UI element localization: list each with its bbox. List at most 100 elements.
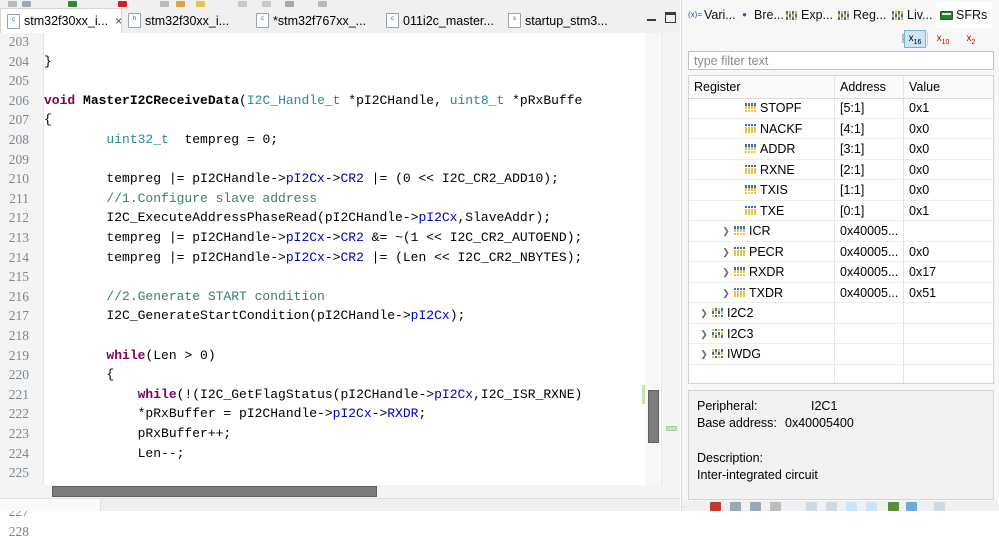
register-name-cell[interactable]: ❯TXDR <box>721 283 783 304</box>
toolbar-button-icon[interactable] <box>238 1 247 7</box>
register-row[interactable]: STOPF[5:1]0x1 <box>689 98 993 119</box>
debug-toolbar-button-icon[interactable] <box>710 502 721 511</box>
register-row[interactable]: ❯RXDR0x40005...0x17 <box>689 262 993 283</box>
register-value-cell[interactable]: 0x1 <box>904 201 929 222</box>
register-value-cell[interactable]: 0x0 <box>904 119 929 140</box>
editor-tab-1[interactable]: hstm32f30xx_i... <box>122 8 250 33</box>
expand-chevron-icon[interactable]: ❯ <box>699 324 709 345</box>
view-tab-sfrs[interactable]: SFRs <box>936 2 992 28</box>
code-line[interactable]: //1.Configure slave address <box>44 189 317 209</box>
debug-toolbar-button-icon[interactable] <box>826 502 837 511</box>
register-value-cell[interactable] <box>904 303 909 324</box>
view-tab-reg[interactable]: Reg... <box>834 2 888 28</box>
overview-ruler-marker[interactable] <box>666 426 677 431</box>
debug-toolbar-button-icon[interactable] <box>770 502 781 511</box>
debug-toolbar-button-icon[interactable] <box>846 502 857 511</box>
code-line[interactable]: pRxBuffer++; <box>44 424 231 444</box>
register-name-cell[interactable]: STOPF <box>745 98 801 119</box>
folding-column[interactable] <box>33 33 44 485</box>
code-line[interactable]: while(Len > 0) <box>44 346 216 366</box>
editor-tab-3[interactable]: c011i2c_master... <box>380 8 502 33</box>
register-value-cell[interactable]: 0x0 <box>904 180 929 201</box>
column-header-value[interactable]: Value <box>904 76 993 98</box>
register-value-cell[interactable]: 0x17 <box>904 262 936 283</box>
register-name-cell[interactable]: TXIS <box>745 180 788 201</box>
expand-chevron-icon[interactable]: ❯ <box>721 262 731 283</box>
column-divider[interactable] <box>834 76 835 98</box>
view-tab-vari[interactable]: (x)=Vari... <box>684 2 734 28</box>
debug-toolbar-button-icon[interactable] <box>866 502 877 511</box>
expand-chevron-icon[interactable]: ❯ <box>721 242 731 263</box>
register-name-cell[interactable]: ❯I2C2 <box>699 303 753 324</box>
code-line[interactable]: tempreg |= pI2CHandle->pI2Cx->CR2 |= (Le… <box>44 248 582 268</box>
column-header-address[interactable]: Address <box>835 76 904 98</box>
register-name-cell[interactable]: ❯IWDG <box>699 344 761 365</box>
editor-tab-2[interactable]: c*stm32f767xx_... <box>250 8 380 33</box>
toolbar-button-icon[interactable] <box>176 1 185 7</box>
register-value-cell[interactable]: 0x0 <box>904 242 929 263</box>
register-value-cell[interactable]: 0x1 <box>904 98 929 119</box>
code-line[interactable]: Len--; <box>44 444 184 464</box>
toolbar-button-icon[interactable] <box>285 1 294 7</box>
filter-input[interactable]: type filter text <box>688 51 994 70</box>
code-line[interactable]: I2C_GenerateStartCondition(pI2CHandle->p… <box>44 306 465 326</box>
register-name-cell[interactable]: ❯ICR <box>721 221 771 242</box>
register-value-cell[interactable] <box>904 221 909 242</box>
code-line[interactable]: uint32_t tempreg = 0; <box>44 130 278 150</box>
register-row[interactable]: NACKF[4:1]0x0 <box>689 119 993 140</box>
code-line[interactable]: *pRxBuffer = pI2CHandle->pI2Cx->RXDR; <box>44 404 426 424</box>
expand-chevron-icon[interactable]: ❯ <box>699 303 709 324</box>
register-row[interactable]: ❯IWDG <box>689 344 993 365</box>
toolbar-button-icon[interactable] <box>160 1 169 7</box>
toolbar-button-icon[interactable] <box>8 1 17 7</box>
register-row[interactable]: ❯I2C2 <box>689 303 993 324</box>
code-editor[interactable]: 2032042052062072082092102112122132142152… <box>0 33 680 511</box>
expand-chevron-icon[interactable]: ❯ <box>721 221 731 242</box>
overview-ruler[interactable] <box>661 33 680 485</box>
register-row[interactable]: TXIS[1:1]0x0 <box>689 180 993 201</box>
expand-chevron-icon[interactable]: ❯ <box>721 283 731 304</box>
register-row[interactable]: ADDR[3:1]0x0 <box>689 139 993 160</box>
editor-horizontal-scrollbar-thumb[interactable] <box>52 486 377 497</box>
radix-button-base16[interactable]: x16 <box>904 30 926 48</box>
minimize-icon[interactable] <box>646 12 657 23</box>
view-tab-bre[interactable]: ●Bre... <box>734 2 782 28</box>
register-value-cell[interactable]: 0x0 <box>904 160 929 181</box>
radix-button-base2[interactable]: x2 <box>960 30 982 48</box>
debug-toolbar-button-icon[interactable] <box>730 502 741 511</box>
view-tab-liv[interactable]: Liv... <box>888 2 936 28</box>
toolbar-button-icon[interactable] <box>196 1 205 7</box>
code-line[interactable]: I2C_ExecuteAddressPhaseRead(pI2CHandle->… <box>44 208 551 228</box>
register-row[interactable]: RXNE[2:1]0x0 <box>689 160 993 181</box>
code-line[interactable]: void MasterI2CReceiveData(I2C_Handle_t *… <box>44 91 582 111</box>
expand-chevron-icon[interactable]: ❯ <box>699 344 709 365</box>
column-header-register[interactable]: Register <box>689 76 835 98</box>
register-row[interactable]: ❯ICR0x40005... <box>689 221 993 242</box>
debug-toolbar-button-icon[interactable] <box>934 502 945 511</box>
debug-toolbar-button-icon[interactable] <box>750 502 761 511</box>
debug-toolbar-button-icon[interactable] <box>806 502 817 511</box>
toolbar-button-icon[interactable] <box>118 1 127 7</box>
column-divider[interactable] <box>903 76 904 98</box>
editor-vertical-scrollbar-thumb[interactable] <box>648 390 659 443</box>
register-row[interactable]: TXE[0:1]0x1 <box>689 201 993 222</box>
code-line[interactable]: tempreg |= pI2CHandle->pI2Cx->CR2 &= ~(1… <box>44 228 582 248</box>
code-line[interactable]: } <box>44 52 52 72</box>
register-name-cell[interactable]: NACKF <box>745 119 802 140</box>
code-lines[interactable]: } void MasterI2CReceiveData(I2C_Handle_t … <box>44 33 642 485</box>
debug-toolbar-button-icon[interactable] <box>906 502 917 511</box>
radix-button-base10[interactable]: x10 <box>932 30 954 48</box>
view-tab-exp[interactable]: Exp... <box>782 2 834 28</box>
toolbar-button-icon[interactable] <box>22 1 31 7</box>
code-line[interactable]: //2.Generate START condition <box>44 287 325 307</box>
register-value-cell[interactable] <box>904 344 909 365</box>
toolbar-button-icon[interactable] <box>318 1 327 7</box>
register-row[interactable]: ❯PECR0x40005...0x0 <box>689 242 993 263</box>
register-table[interactable]: Register Address Value STOPF[5:1]0x1NACK… <box>688 75 994 384</box>
register-row[interactable]: ❯I2C3 <box>689 324 993 345</box>
code-line[interactable]: tempreg |= pI2CHandle->pI2Cx->CR2 |= (0 … <box>44 169 559 189</box>
code-line[interactable]: { <box>44 365 114 385</box>
register-value-cell[interactable]: 0x0 <box>904 139 929 160</box>
register-name-cell[interactable]: ❯PECR <box>721 242 784 263</box>
code-line[interactable]: { <box>44 110 52 130</box>
